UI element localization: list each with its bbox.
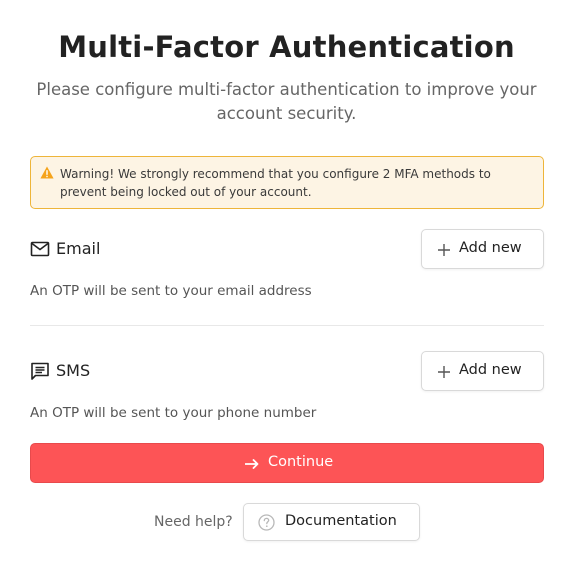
sms-method-row: SMS Add new — [30, 351, 544, 391]
add-email-button-label: Add new — [459, 240, 522, 256]
divider — [30, 325, 544, 326]
warning-alert: Warning! We strongly recommend that you … — [30, 156, 544, 209]
plus-icon — [438, 244, 450, 256]
continue-button[interactable]: Continue — [30, 443, 544, 483]
warning-text: Warning! We strongly recommend that you … — [60, 167, 491, 199]
documentation-button-label: Documentation — [285, 513, 397, 529]
email-method-row: Email Add new — [30, 229, 544, 269]
help-label: Need help? — [154, 514, 233, 530]
page-title: Multi-Factor Authentication — [58, 30, 515, 64]
add-sms-button-label: Add new — [459, 362, 522, 378]
email-method-description: An OTP will be sent to your email addres… — [30, 283, 312, 299]
arrow-right-icon — [245, 459, 259, 469]
warning-triangle-icon — [40, 166, 54, 179]
documentation-button[interactable]: Documentation — [243, 503, 420, 541]
email-method-label: Email — [56, 239, 101, 258]
sms-method-description: An OTP will be sent to your phone number — [30, 405, 317, 421]
sms-icon — [31, 362, 49, 380]
sms-method-label: SMS — [56, 361, 91, 380]
continue-button-label: Continue — [268, 454, 334, 470]
help-circle-icon — [258, 514, 275, 531]
add-email-button[interactable]: Add new — [421, 229, 544, 269]
plus-icon — [438, 366, 450, 378]
mail-icon — [30, 241, 50, 257]
page-subtitle: Please configure multi-factor authentica… — [36, 80, 537, 123]
add-sms-button[interactable]: Add new — [421, 351, 544, 391]
